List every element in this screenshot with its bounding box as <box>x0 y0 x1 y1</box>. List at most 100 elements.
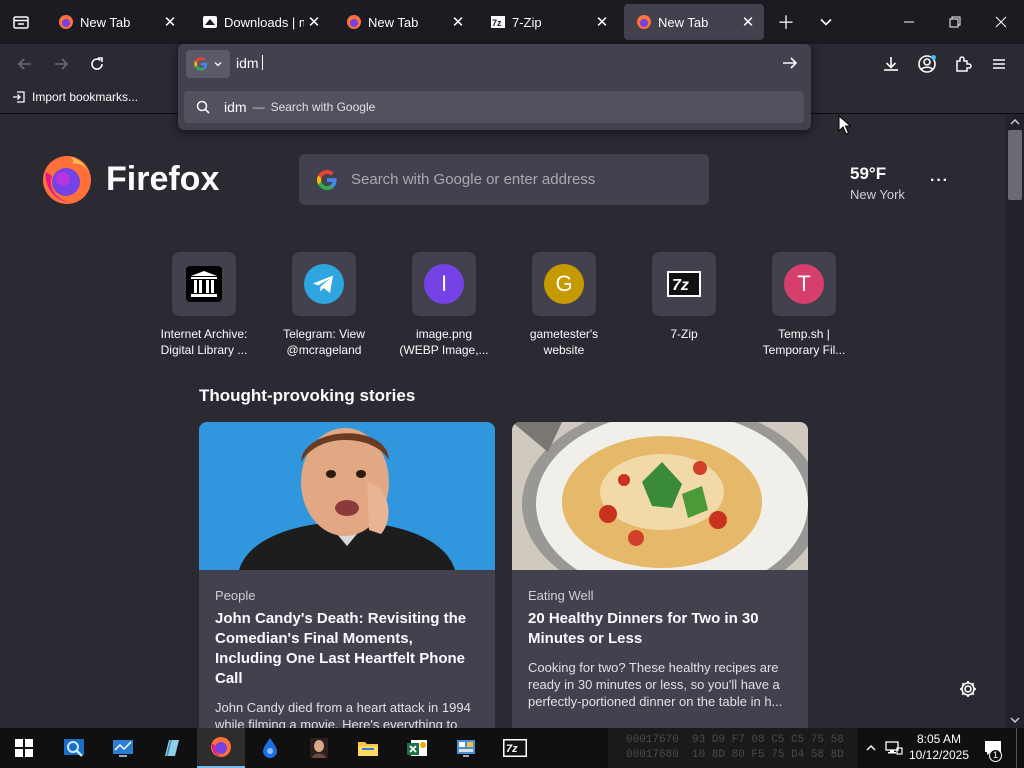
scroll-thumb[interactable] <box>1008 130 1022 200</box>
weather-city: New York <box>850 187 905 202</box>
downloads-button[interactable] <box>876 50 906 78</box>
gear-icon <box>960 681 976 697</box>
taskbar-search-app[interactable] <box>50 728 98 768</box>
suggestion-action: Search with Google <box>270 100 376 114</box>
story-excerpt: John Candy died from a heart attack in 1… <box>215 700 471 728</box>
tab-title: New Tab <box>658 14 709 30</box>
import-bookmarks-button[interactable]: Import bookmarks... <box>12 90 138 104</box>
shortcut-telegram[interactable]: Telegram: View @mcrageland <box>264 252 384 358</box>
firefox-icon <box>211 737 231 757</box>
page-scrollbar[interactable] <box>1006 114 1024 728</box>
internet-archive-icon <box>186 266 222 302</box>
show-hidden-icons-button[interactable] <box>860 728 882 768</box>
tab-title: Downloads | mhnd <box>224 14 304 30</box>
minimize-button[interactable] <box>886 0 932 44</box>
shortcut-internet-archive[interactable]: Internet Archive: Digital Library ... <box>144 252 264 358</box>
7zip-icon: 7z <box>503 739 527 757</box>
search-suggestion-row[interactable]: idm — Search with Google <box>184 91 804 123</box>
story-excerpt: Cooking for two? These healthy recipes a… <box>528 660 783 709</box>
back-button[interactable] <box>10 50 40 78</box>
search-engine-selector[interactable] <box>186 50 230 78</box>
new-tab-button[interactable]: ＋ <box>766 0 806 44</box>
story-card[interactable]: People John Candy's Death: Revisiting th… <box>199 422 495 728</box>
shortcut-label: Temp.sh | Temporary Fil... <box>762 327 846 357</box>
taskbar-app-notes[interactable] <box>148 728 196 768</box>
story-source: Eating Well <box>528 588 594 603</box>
taskbar-clock[interactable]: 8:05 AM 10/12/2025 <box>905 731 973 763</box>
telegram-icon <box>304 264 344 304</box>
weather-temperature: 59°F <box>850 164 887 183</box>
tab-2[interactable]: New Tab ✕ <box>334 4 474 40</box>
story-headline: John Candy's Death: Revisiting the Comed… <box>215 610 467 687</box>
show-desktop-button[interactable] <box>1016 728 1024 768</box>
shortcut-image-png[interactable]: I image.png (WEBP Image,... <box>384 252 504 358</box>
tab-4[interactable]: New Tab ✕ <box>624 4 764 40</box>
taskbar-app-monitor[interactable] <box>99 728 147 768</box>
tab-3[interactable]: 7z 7-Zip ✕ <box>478 4 618 40</box>
suggestion-separator: — <box>252 100 265 114</box>
firefox-view-button[interactable] <box>0 0 42 44</box>
shortcut-7zip[interactable]: 7z 7-Zip <box>624 252 744 342</box>
list-all-tabs-button[interactable] <box>806 0 846 44</box>
search-placeholder: Search with Google or enter address <box>351 171 596 188</box>
taskbar-app-portrait[interactable] <box>295 728 343 768</box>
firefox-view-icon <box>13 16 29 29</box>
shortcut-label: 7-Zip <box>670 327 698 341</box>
firefox-icon <box>346 14 362 30</box>
letter-avatar: G <box>544 264 584 304</box>
svg-text:7z: 7z <box>492 18 502 28</box>
close-window-button[interactable] <box>978 0 1024 44</box>
control-panel-icon <box>457 740 475 757</box>
taskbar-app-excel[interactable] <box>393 728 441 768</box>
network-icon <box>885 741 903 755</box>
url-input[interactable]: idm <box>236 55 263 71</box>
taskbar-file-explorer[interactable] <box>344 728 392 768</box>
story-card[interactable]: Eating Well 20 Healthy Dinners for Two i… <box>512 422 808 728</box>
taskbar-firefox[interactable] <box>197 728 245 768</box>
customize-button[interactable] <box>958 679 978 704</box>
shortcut-gametester[interactable]: G gametester's website <box>504 252 624 358</box>
go-button[interactable] <box>781 54 799 77</box>
notification-count-badge: 1 <box>989 749 1002 762</box>
taskbar-7zip[interactable]: 7z <box>491 728 539 768</box>
taskbar-app-drop[interactable] <box>246 728 294 768</box>
restore-button[interactable] <box>932 0 978 44</box>
urlbar-dropdown: idm idm — Search with Google <box>178 44 811 130</box>
reload-button[interactable] <box>82 50 112 78</box>
close-icon <box>995 16 1007 28</box>
extensions-button[interactable] <box>948 50 978 78</box>
google-g-icon <box>194 57 208 71</box>
network-button[interactable] <box>882 728 906 768</box>
magnifier-app-icon <box>64 739 84 757</box>
forward-button[interactable] <box>46 50 76 78</box>
action-center-button[interactable]: 1 <box>978 728 1008 768</box>
tab-0[interactable]: New Tab ✕ <box>46 4 186 40</box>
puzzle-icon <box>956 56 972 72</box>
newtab-search-box[interactable]: Search with Google or enter address <box>299 154 709 205</box>
shortcut-label: Telegram: View @mcrageland <box>283 327 365 357</box>
mouse-cursor-icon <box>838 114 852 140</box>
close-icon[interactable]: ✕ <box>304 12 324 32</box>
close-icon[interactable]: ✕ <box>592 12 612 32</box>
weather-widget[interactable]: 59°F New York <box>850 164 905 202</box>
shortcut-tile: 7z <box>652 252 716 316</box>
tab-1[interactable]: Downloads | mhnd ✕ <box>190 4 330 40</box>
taskbar-app-control-panel[interactable] <box>442 728 490 768</box>
shortcut-tile: I <box>412 252 476 316</box>
windows-taskbar: 7z 00017670 93 D9 F7 08 C5 C5 75 58 0001… <box>0 728 1024 768</box>
url-typed-text: idm <box>236 55 259 71</box>
chevron-up-icon <box>866 745 876 751</box>
app-menu-button[interactable] <box>984 50 1014 78</box>
weather-menu-button[interactable]: ··· <box>930 172 949 190</box>
account-button[interactable] <box>912 50 942 78</box>
download-icon <box>884 57 898 71</box>
shortcut-temp-sh[interactable]: T Temp.sh | Temporary Fil... <box>744 252 864 358</box>
close-icon[interactable]: ✕ <box>160 12 180 32</box>
shortcut-tile: T <box>772 252 836 316</box>
close-icon[interactable]: ✕ <box>738 12 758 32</box>
close-icon[interactable]: ✕ <box>448 12 468 32</box>
account-icon <box>918 55 936 73</box>
shortcut-tile: G <box>532 252 596 316</box>
taskbar-hex-preview: 00017670 93 D9 F7 08 C5 C5 75 58 0001768… <box>608 728 858 768</box>
start-button[interactable] <box>0 728 48 768</box>
